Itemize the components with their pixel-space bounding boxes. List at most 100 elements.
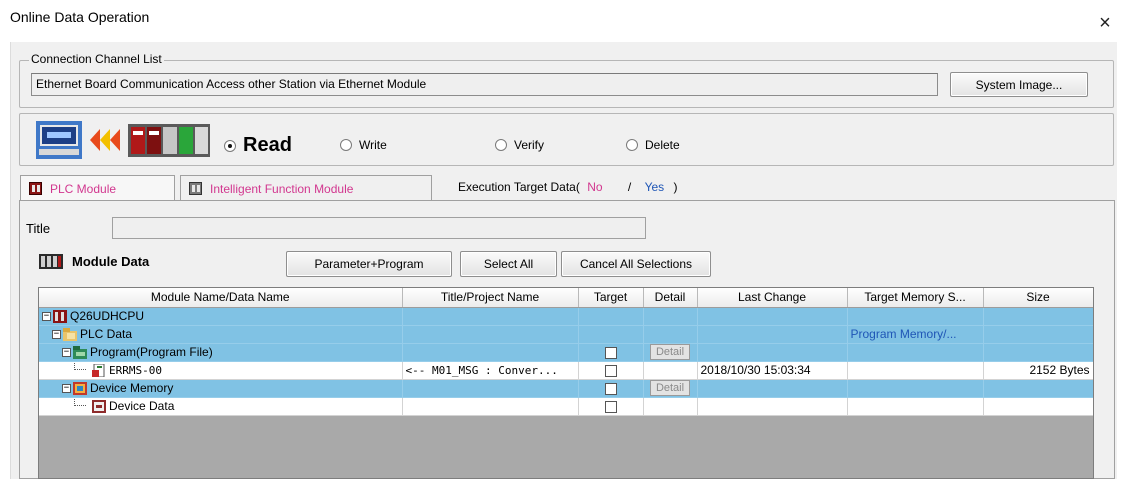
collapse-icon[interactable]: − bbox=[62, 383, 71, 393]
cell-target bbox=[578, 343, 644, 362]
column-header-title[interactable]: Title/Project Name bbox=[402, 288, 579, 308]
column-header-detail[interactable]: Detail bbox=[643, 288, 698, 308]
row-name: PLC Data bbox=[80, 327, 133, 341]
cell-memory bbox=[847, 379, 984, 398]
cell-target bbox=[578, 397, 644, 416]
target-checkbox[interactable] bbox=[604, 364, 617, 377]
plc-data-folder-icon bbox=[63, 327, 77, 341]
column-header-module-name[interactable]: Module Name/Data Name bbox=[39, 288, 403, 308]
device-data-icon bbox=[92, 399, 106, 413]
target-checkbox[interactable] bbox=[604, 382, 617, 395]
column-header-target-memory[interactable]: Target Memory S... bbox=[847, 288, 984, 308]
cell-title bbox=[402, 343, 579, 362]
target-checkbox[interactable] bbox=[604, 400, 617, 413]
radio-verify-indicator bbox=[495, 139, 507, 151]
cell-module-name: − Program(Program File) bbox=[39, 343, 403, 362]
collapse-icon[interactable]: − bbox=[52, 329, 61, 339]
cell-size bbox=[983, 397, 1093, 416]
program-file-icon bbox=[92, 363, 106, 377]
radio-write-indicator bbox=[340, 139, 352, 151]
collapse-icon[interactable]: − bbox=[62, 347, 71, 357]
row-name: Program(Program File) bbox=[90, 345, 213, 359]
detail-button[interactable]: Detail bbox=[649, 344, 691, 360]
execution-target-close: ) bbox=[673, 180, 678, 194]
select-all-button[interactable]: Select All bbox=[460, 251, 557, 277]
connection-channel-legend: Connection Channel List bbox=[29, 52, 164, 66]
tree-connector bbox=[74, 361, 86, 370]
cell-module-name: − PLC Data bbox=[39, 325, 403, 344]
radio-read-indicator bbox=[224, 139, 236, 152]
tab-intelligent-function-module-label: Intelligent Function Module bbox=[210, 181, 354, 196]
tab-plc-module[interactable]: PLC Module bbox=[20, 175, 175, 201]
column-header-target[interactable]: Target bbox=[578, 288, 644, 308]
cell-detail bbox=[643, 361, 698, 380]
cell-size bbox=[983, 325, 1093, 344]
cell-size bbox=[983, 343, 1093, 362]
module-data-header: Module Data bbox=[39, 254, 149, 269]
module-data-icon bbox=[39, 254, 63, 269]
cell-memory bbox=[847, 307, 984, 326]
cell-size bbox=[983, 307, 1093, 326]
radio-write[interactable]: Write bbox=[340, 138, 387, 152]
cell-module-name: − Q26UDHCPU bbox=[39, 307, 403, 326]
tab-plc-module-label: PLC Module bbox=[50, 181, 117, 196]
row-name: Device Memory bbox=[90, 381, 174, 395]
plc-module-icon bbox=[29, 182, 42, 195]
cell-title bbox=[402, 307, 579, 326]
execution-target-no: No bbox=[587, 180, 603, 194]
cell-module-name: Device Data bbox=[39, 397, 403, 416]
cancel-all-selections-button[interactable]: Cancel All Selections bbox=[561, 251, 711, 277]
cell-detail: Detail bbox=[643, 379, 698, 398]
cell-module-name: − Device Memory bbox=[39, 379, 403, 398]
table-row[interactable]: − Device Memory Detail bbox=[39, 379, 1093, 398]
system-image-button[interactable]: System Image... bbox=[950, 72, 1088, 97]
row-name: Device Data bbox=[109, 399, 175, 413]
detail-button[interactable]: Detail bbox=[649, 380, 691, 396]
radio-delete-indicator bbox=[626, 139, 638, 151]
module-data-table: Module Name/Data Name Title/Project Name… bbox=[39, 288, 1093, 416]
column-header-size[interactable]: Size bbox=[983, 288, 1093, 308]
table-row[interactable]: − Program(Program File) Detail bbox=[39, 343, 1093, 362]
radio-delete-label: Delete bbox=[645, 138, 680, 152]
title-input[interactable] bbox=[112, 217, 646, 239]
cell-module-name: ERRMS-00 bbox=[39, 361, 403, 380]
cell-title bbox=[402, 397, 579, 416]
module-data-grid[interactable]: Module Name/Data Name Title/Project Name… bbox=[38, 287, 1094, 479]
row-name: ERRMS-00 bbox=[109, 363, 162, 377]
radio-write-label: Write bbox=[359, 138, 387, 152]
cell-last-change bbox=[697, 325, 848, 344]
cell-target bbox=[578, 325, 644, 344]
tab-intelligent-function-module[interactable]: Intelligent Function Module bbox=[180, 175, 432, 201]
radio-delete[interactable]: Delete bbox=[626, 138, 680, 152]
device-memory-icon bbox=[73, 381, 87, 395]
cell-memory bbox=[847, 361, 984, 380]
close-icon[interactable]: × bbox=[1094, 12, 1116, 34]
column-header-last-change[interactable]: Last Change bbox=[697, 288, 848, 308]
table-row[interactable]: Device Data bbox=[39, 397, 1093, 416]
radio-verify[interactable]: Verify bbox=[495, 138, 544, 152]
target-checkbox[interactable] bbox=[604, 346, 617, 359]
parameter-program-button[interactable]: Parameter+Program bbox=[286, 251, 452, 277]
row-name: Q26UDHCPU bbox=[70, 309, 145, 323]
table-row[interactable]: ERRMS-00 <-- M01_MSG : Conver... 2018/10… bbox=[39, 361, 1093, 380]
radio-read-label: Read bbox=[243, 134, 292, 156]
cell-last-change bbox=[697, 343, 848, 362]
table-row[interactable]: − PLC Data Program Memory/... bbox=[39, 325, 1093, 344]
cell-target bbox=[578, 307, 644, 326]
execution-target-yes: Yes bbox=[644, 180, 665, 194]
cell-size bbox=[983, 379, 1093, 398]
module-data-label: Module Data bbox=[72, 254, 150, 269]
connection-channel-field: Ethernet Board Communication Access othe… bbox=[31, 73, 938, 96]
collapse-icon[interactable]: − bbox=[42, 311, 51, 321]
plc-transfer-icon bbox=[36, 121, 212, 159]
radio-verify-label: Verify bbox=[514, 138, 545, 152]
table-row[interactable]: − Q26UDHCPU bbox=[39, 307, 1093, 326]
cell-target bbox=[578, 379, 644, 398]
cell-title: <-- M01_MSG : Conver... bbox=[402, 361, 579, 380]
cell-size: 2152 Bytes bbox=[983, 361, 1093, 380]
execution-target-label: Execution Target Data( bbox=[458, 180, 580, 194]
cell-detail bbox=[643, 307, 698, 326]
cell-memory bbox=[847, 397, 984, 416]
cell-last-change bbox=[697, 307, 848, 326]
radio-read[interactable]: Read bbox=[224, 134, 292, 157]
